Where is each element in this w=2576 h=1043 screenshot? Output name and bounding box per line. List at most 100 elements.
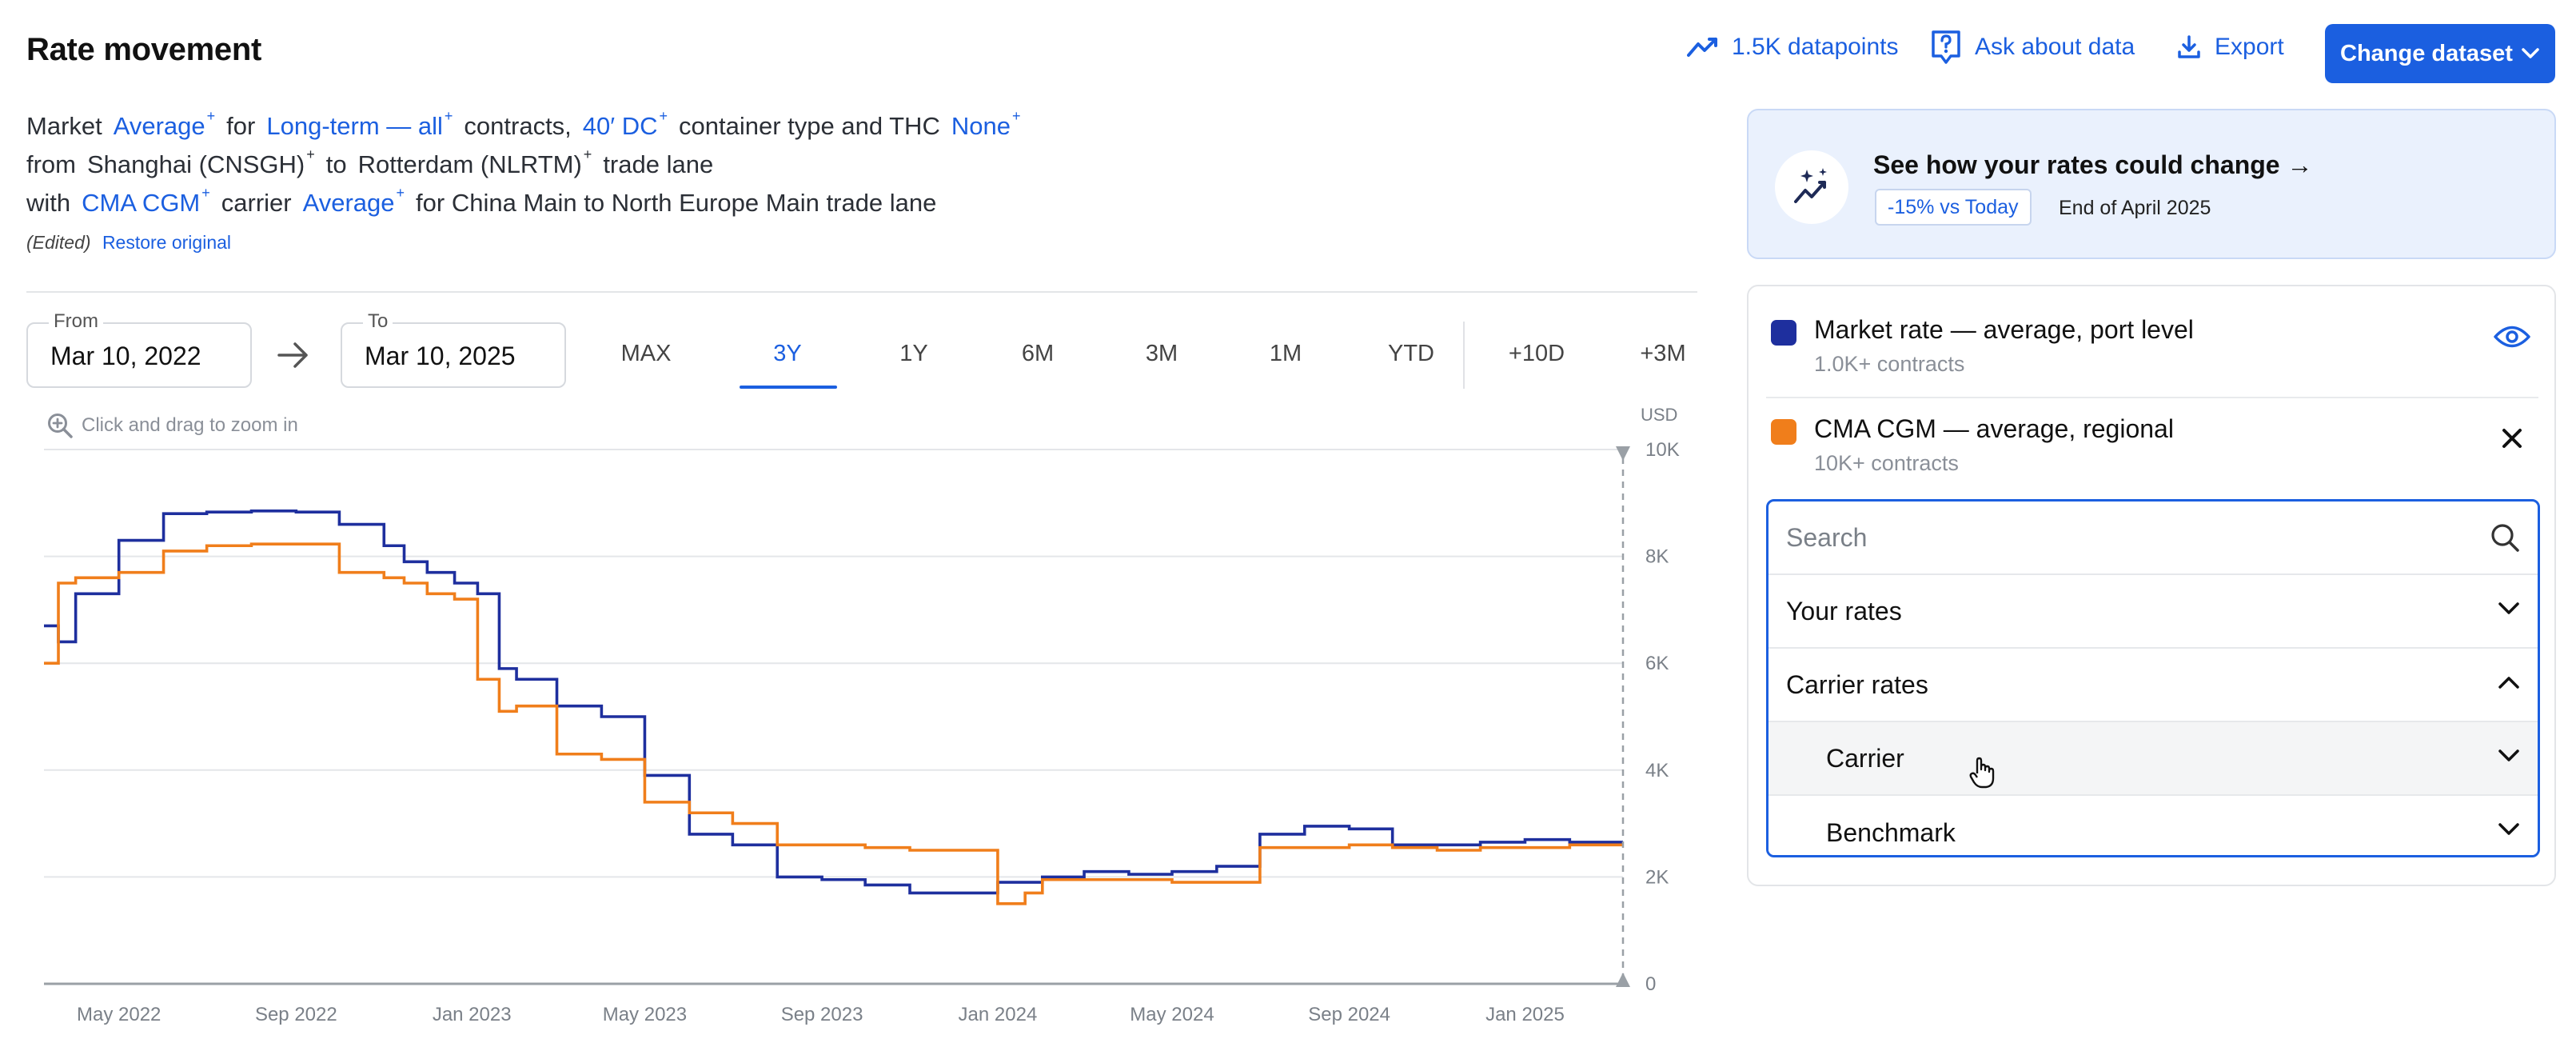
description-text: contracts, [464,112,572,140]
series-color-swatch [1771,419,1796,445]
trend-icon [1687,38,1717,57]
unit-label: USD [1641,405,1677,425]
chevron-down-icon [2522,48,2539,58]
description-text: for [226,112,256,140]
range-button[interactable]: 1M [1246,341,1326,367]
x-tick-label: May 2023 [603,1004,687,1025]
rate-forecast-card[interactable]: See how your rates could change → -15% v… [1747,109,2556,259]
description-text: container type and THC [679,112,940,140]
range-button[interactable]: 1Y [874,341,954,367]
description-filter-link[interactable]: 40′ DC + [583,108,668,140]
x-tick-label: May 2022 [77,1004,161,1025]
dropdown-item-carrier[interactable]: Carrier [1769,722,2538,796]
download-icon [2178,35,2200,58]
description-text: Market [26,112,102,140]
description-text: carrier [221,189,292,217]
from-date-value: Mar 10, 2022 [50,342,201,370]
description-line-2: from Shanghai (CNSGH) + to Rotterdam (NLRTM)… [26,146,724,179]
chevron-down-icon [2498,602,2519,614]
change-dataset-label: Change dataset [2340,40,2513,66]
search-icon [2491,524,2519,552]
sparkle-trend-icon [1775,150,1848,224]
description-line-3: with CMA CGM + carrier Average + for China Mai… [26,185,947,218]
series-color-swatch [1771,320,1796,346]
export-label: Export [2215,34,2284,60]
close-icon[interactable] [2501,427,2523,450]
rate-chart[interactable]: USD 10K 8K 6K 4K 2K 0 May 2022 Sep 2022 Jan 2023 M… [0,392,1703,1043]
datapoints-button[interactable]: 1.5K datapoints [1687,34,1899,61]
range-button[interactable]: 3Y [748,341,827,367]
description-text: from [26,150,76,178]
x-tick-label: Jan 2024 [959,1004,1038,1025]
question-chat-icon [1932,30,1960,64]
from-date-field[interactable]: From Mar 10, 2022 [26,310,252,388]
dropdown-item-label: Benchmark [1826,817,1956,847]
description-text: trade lane [603,150,714,178]
dropdown-item-benchmark[interactable]: Benchmark [1769,796,2538,855]
chevron-down-icon [2498,823,2519,835]
y-tick-label: 6K [1645,653,1669,674]
edited-row: (Edited) Restore original [26,232,231,254]
series-line [44,542,1623,905]
add-series-dropdown: Search Your rates Carrier rates Carrier … [1766,499,2540,857]
range-button[interactable]: YTD [1371,341,1451,367]
series-name: Market rate — average, port level [1814,315,2194,344]
description-filter-link[interactable]: Average + [114,108,215,140]
description-text: with [26,189,71,217]
x-tick-label: May 2024 [1130,1004,1214,1025]
dropdown-item-carrier-rates[interactable]: Carrier rates [1769,649,2538,722]
edited-label: (Edited) [26,232,91,253]
dropdown-item-your-rates[interactable]: Your rates [1769,575,2538,649]
description-filter-link[interactable]: None + [951,108,1021,140]
to-date-field[interactable]: To Mar 10, 2025 [341,310,566,388]
forecast-title: See how your rates could change → [1873,150,2313,179]
chevron-up-icon [2498,677,2519,689]
today-marker-bottom [1616,973,1630,987]
description-text: Rotterdam (NLRTM) + [357,146,592,178]
divider [26,291,1697,293]
series-search-field[interactable]: Search [1769,502,2538,575]
ask-about-data-label: Ask about data [1975,34,2135,60]
datapoints-label: 1.5K datapoints [1732,34,1899,60]
edited-marker: + [444,107,453,124]
edited-marker: + [396,184,405,201]
series-line [44,510,1623,895]
y-tick-label: 10K [1645,439,1680,461]
description-line-1: Market Average + for Long-term — all + contrac… [26,108,1031,141]
description-filter-link[interactable]: Long-term — all + [266,108,453,140]
chevron-down-icon [2498,749,2519,761]
export-button[interactable]: Export [2176,34,2284,61]
edited-marker: + [206,107,216,124]
dropdown-item-label: Your rates [1786,596,1902,625]
range-button[interactable]: +10D [1497,341,1577,367]
range-button[interactable]: 6M [998,341,1078,367]
series-subtitle: 1.0K+ contracts [1814,352,1965,376]
description-filter-link[interactable]: CMA CGM + [82,185,210,217]
description-text: to [325,150,347,178]
dropdown-item-label: Carrier [1826,743,1904,773]
series-panel: Market rate — average, port level 1.0K+ … [1747,285,2556,886]
eye-icon[interactable] [2494,325,2530,349]
series-name: CMA CGM — average, regional [1814,414,2174,443]
edited-marker: + [306,146,315,162]
range-button[interactable]: MAX [606,341,686,367]
restore-original-link[interactable]: Restore original [102,232,231,253]
edited-marker: + [1011,107,1021,124]
y-tick-label: 0 [1645,973,1656,995]
edited-marker: + [659,107,668,124]
to-date-label: To [363,310,393,333]
forecast-badge: -15% vs Today [1875,189,2032,226]
x-tick-label: Jan 2025 [1485,1004,1565,1025]
description-text: for China Main to North Europe Main trad… [416,189,937,217]
change-dataset-button[interactable]: Change dataset [2325,24,2555,83]
dropdown-item-label: Carrier rates [1786,669,1928,699]
x-tick-label: Sep 2024 [1308,1004,1390,1025]
description-text: Shanghai (CNSGH) + [87,146,315,178]
search-placeholder: Search [1786,522,1868,552]
description-filter-link[interactable]: Average + [303,185,405,217]
arrow-right-icon [277,342,308,368]
ask-about-data-button[interactable]: Ask about data [1930,29,2135,66]
range-button[interactable]: +3M [1623,341,1703,367]
range-button[interactable]: 3M [1122,341,1202,367]
forecast-date: End of April 2025 [2059,197,2211,219]
